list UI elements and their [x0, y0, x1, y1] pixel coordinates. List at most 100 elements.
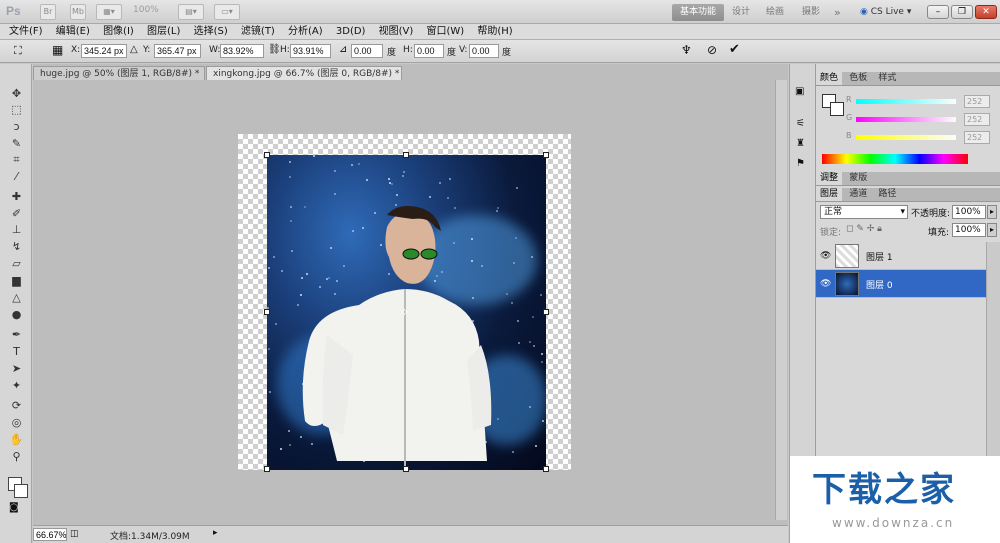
tab-masks[interactable]: 蒙版	[845, 172, 871, 185]
red-value[interactable]: 252	[964, 95, 990, 108]
opacity-input[interactable]: 100%	[952, 205, 986, 219]
history-brush-tool-icon[interactable]: ↯	[9, 239, 24, 254]
workspace-design[interactable]: 设计	[724, 4, 758, 21]
eye-icon[interactable]: 👁︎	[820, 251, 831, 261]
workspace-essentials[interactable]: 基本功能	[672, 4, 725, 21]
marquee-tool-icon[interactable]: ⬚	[9, 102, 24, 117]
transform-handle[interactable]	[543, 466, 549, 472]
lock-icons[interactable]: ◻ ✎ ✢ 🔒︎	[846, 224, 882, 234]
tab-layers[interactable]: 图层	[816, 188, 843, 201]
cancel-transform-icon[interactable]: ⊘	[707, 43, 717, 57]
tab-paths[interactable]: 路径	[874, 188, 900, 201]
menu-analysis[interactable]: 分析(A)	[283, 24, 328, 39]
workspace-photography[interactable]: 摄影	[794, 4, 828, 21]
menu-view[interactable]: 视图(V)	[374, 24, 419, 39]
tab-xingkong-jpg[interactable]: xingkong.jpg @ 66.7% (图层 0, RGB/8#) * ×	[206, 66, 402, 80]
layer-row-1[interactable]: 👁︎ 图层 1	[816, 242, 1000, 270]
red-slider[interactable]	[856, 99, 956, 104]
transform-handle[interactable]	[264, 152, 270, 158]
y-position-input[interactable]	[154, 44, 201, 58]
restore-button[interactable]: ❐	[951, 5, 973, 19]
fill-arrow-icon[interactable]: ▸	[987, 223, 997, 237]
3d-orbit-tool-icon[interactable]: ◎	[9, 415, 24, 430]
layer-row-0[interactable]: 👁︎ 图层 0	[816, 270, 1000, 298]
hand-tool-icon[interactable]: ✋	[9, 432, 24, 447]
arrange-documents-icon[interactable]: ▤▾	[178, 4, 204, 20]
layers-scrollbar[interactable]	[986, 242, 1000, 462]
character-panel-icon[interactable]: ⚑	[796, 158, 805, 169]
path-select-tool-icon[interactable]: ➤	[9, 361, 24, 376]
clone-source-icon[interactable]: ♜	[796, 138, 805, 149]
commit-transform-icon[interactable]: ✔	[729, 42, 740, 57]
relative-position-icon[interactable]: △	[130, 44, 138, 55]
minimize-button[interactable]: –	[927, 5, 949, 19]
blue-value[interactable]: 252	[964, 131, 990, 144]
warp-mode-icon[interactable]: ♆	[681, 43, 692, 57]
screen-mode-icon[interactable]: ▭▾	[214, 4, 240, 20]
brush-tool-icon[interactable]: ✐	[9, 206, 24, 221]
tab-styles[interactable]: 样式	[874, 72, 900, 85]
tab-adjustments[interactable]: 调整	[816, 172, 843, 185]
menu-file[interactable]: 文件(F)	[4, 24, 48, 39]
vertical-scrollbar[interactable]	[775, 80, 787, 520]
tab-huge-jpg[interactable]: huge.jpg @ 50% (图层 1, RGB/8#) * ×	[33, 66, 205, 80]
vskew-input[interactable]	[469, 44, 499, 58]
gradient-tool-icon[interactable]: ▆	[9, 273, 24, 288]
menu-image[interactable]: 图像(I)	[98, 24, 139, 39]
type-tool-icon[interactable]: T	[9, 344, 24, 359]
zoom-level-input[interactable]	[33, 528, 67, 541]
transform-handle[interactable]	[543, 309, 549, 315]
menu-layer[interactable]: 图层(L)	[142, 24, 185, 39]
move-tool-icon[interactable]: ✥	[9, 86, 24, 101]
green-slider[interactable]	[856, 117, 956, 122]
hskew-input[interactable]	[414, 44, 444, 58]
blue-slider[interactable]	[856, 135, 956, 140]
x-position-input[interactable]	[81, 44, 127, 58]
pen-tool-icon[interactable]: ✒	[9, 327, 24, 342]
transform-tool-icon[interactable]: ⛶	[14, 44, 22, 58]
opacity-arrow-icon[interactable]: ▸	[987, 205, 997, 219]
lasso-tool-icon[interactable]: ↄ	[9, 119, 24, 134]
dodge-tool-icon[interactable]: ●	[9, 307, 24, 322]
reference-point-icon[interactable]: ▦	[52, 43, 63, 57]
brush-presets-icon[interactable]: ⚟	[796, 118, 805, 129]
eyedropper-tool-icon[interactable]: ⁄	[9, 169, 24, 184]
healing-brush-tool-icon[interactable]: ✚	[9, 189, 24, 204]
status-arrow-icon[interactable]: ▸	[213, 528, 218, 538]
link-icon[interactable]: ⛓	[268, 44, 281, 55]
tab-swatches[interactable]: 色板	[845, 72, 871, 85]
mini-bridge-icon[interactable]: Mb	[70, 4, 86, 20]
rotate-input[interactable]	[351, 44, 383, 58]
shape-tool-icon[interactable]: ✦	[9, 378, 24, 393]
cs-live-button[interactable]: ◉ CS Live ▾	[860, 4, 911, 21]
height-input[interactable]	[290, 44, 331, 58]
blur-tool-icon[interactable]: △	[9, 290, 24, 305]
view-extras-icon[interactable]: ▦▾	[96, 4, 122, 20]
tab-color[interactable]: 颜色	[816, 72, 843, 85]
eraser-tool-icon[interactable]: ▱	[9, 256, 24, 271]
color-spectrum-bar[interactable]	[822, 154, 968, 164]
menu-edit[interactable]: 编辑(E)	[51, 24, 95, 39]
transform-handle[interactable]	[264, 309, 270, 315]
menu-filter[interactable]: 滤镜(T)	[236, 24, 280, 39]
color-bg-swatch[interactable]	[830, 102, 844, 116]
close-button[interactable]: ✕	[975, 5, 997, 19]
zoom-tool-icon[interactable]: ⚲	[9, 449, 24, 464]
transform-handle[interactable]	[264, 466, 270, 472]
quick-mask-icon[interactable]: ◙	[9, 502, 19, 513]
transform-handle[interactable]	[543, 152, 549, 158]
zoom-preset[interactable]: 100%	[133, 5, 159, 15]
background-color-swatch[interactable]	[14, 484, 28, 498]
green-value[interactable]: 252	[964, 113, 990, 126]
blend-mode-select[interactable]: 正常 ▾	[820, 205, 908, 219]
tab-channels[interactable]: 通道	[845, 188, 871, 201]
width-input[interactable]	[220, 44, 264, 58]
3d-rotate-tool-icon[interactable]: ⟳	[9, 398, 24, 413]
menu-3d[interactable]: 3D(D)	[331, 24, 371, 39]
menu-help[interactable]: 帮助(H)	[472, 24, 517, 39]
menu-select[interactable]: 选择(S)	[189, 24, 233, 39]
fill-input[interactable]: 100%	[952, 223, 986, 237]
menu-window[interactable]: 窗口(W)	[421, 24, 469, 39]
bridge-icon[interactable]: Br	[40, 4, 56, 20]
clone-stamp-tool-icon[interactable]: ⊥	[9, 222, 24, 237]
